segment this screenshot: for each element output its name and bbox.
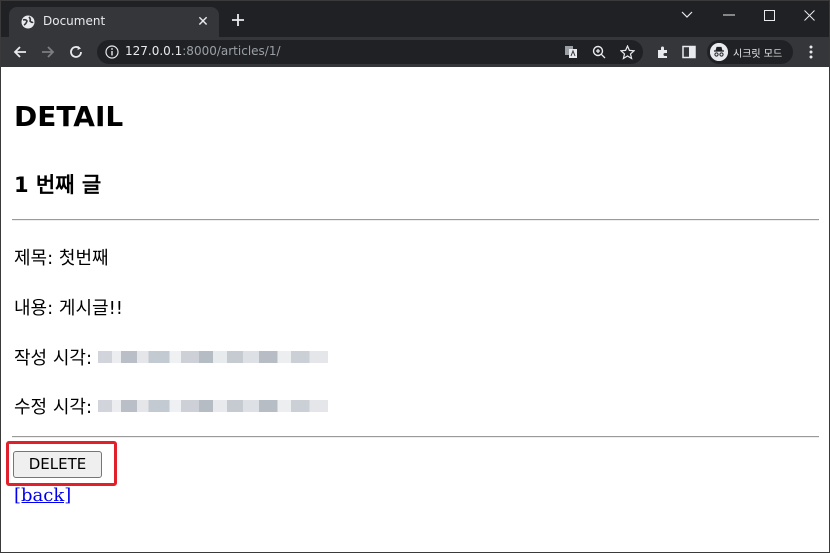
globe-icon — [21, 15, 35, 29]
forward-arrow-icon[interactable] — [37, 41, 59, 63]
close-tab-icon[interactable]: ✕ — [195, 14, 211, 30]
article-title-text: 제목: 첫번째 — [14, 248, 109, 269]
close-window-icon[interactable] — [789, 1, 829, 29]
tab-document[interactable]: Document ✕ — [9, 7, 219, 37]
browser-toolbar: 127.0.0.1:8000/articles/1/ 시크릿 모드 — [1, 37, 829, 67]
page-heading: DETAIL — [14, 100, 124, 133]
maximize-icon[interactable] — [749, 1, 789, 29]
created-at-label: 작성 시각: — [14, 348, 93, 369]
minimize-icon[interactable] — [709, 1, 749, 29]
bottom-divider — [12, 436, 819, 438]
browser-window: Document ✕ 127.0.0.1:8000/articles/1/ 시크… — [0, 0, 830, 553]
updated-at-label: 수정 시각: — [14, 397, 93, 418]
zoom-icon[interactable] — [591, 44, 607, 60]
article-title: 제목: 첫번째 — [14, 244, 109, 270]
article-content-text: 내용: 게시글!! — [14, 298, 124, 319]
incognito-icon — [710, 43, 728, 61]
delete-button[interactable]: DELETE — [13, 451, 102, 478]
incognito-indicator[interactable]: 시크릿 모드 — [707, 40, 793, 64]
extensions-puzzle-icon[interactable] — [655, 44, 671, 60]
new-tab-icon[interactable] — [229, 11, 247, 29]
bookmark-star-icon[interactable] — [619, 44, 635, 60]
created-at-redacted — [98, 351, 329, 363]
url-text: 127.0.0.1:8000/articles/1/ — [125, 44, 281, 58]
back-link[interactable]: [back] — [14, 485, 71, 506]
back-arrow-icon[interactable] — [9, 41, 31, 63]
page-content: DETAIL 1 번째 글 제목: 첫번째 내용: 게시글!! 작성 시각: 수… — [1, 67, 829, 552]
tab-strip: Document ✕ — [1, 1, 829, 37]
top-divider — [12, 219, 819, 221]
address-bar[interactable]: 127.0.0.1:8000/articles/1/ — [97, 40, 643, 64]
url-path: :8000/articles/1/ — [182, 44, 281, 58]
incognito-label: 시크릿 모드 — [733, 49, 783, 60]
updated-at: 수정 시각: — [14, 393, 329, 419]
updated-at-redacted — [98, 400, 329, 412]
site-info-icon[interactable] — [105, 45, 119, 59]
url-host: 127.0.0.1 — [125, 44, 183, 58]
created-at: 작성 시각: — [14, 344, 329, 370]
menu-kebab-icon[interactable] — [803, 44, 819, 60]
side-panel-icon[interactable] — [681, 44, 697, 60]
translate-icon[interactable] — [563, 44, 579, 60]
tab-search-icon[interactable] — [667, 1, 707, 29]
article-number-heading: 1 번째 글 — [14, 173, 102, 197]
reload-icon[interactable] — [65, 41, 87, 63]
tab-title: Document — [43, 14, 106, 28]
article-content: 내용: 게시글!! — [14, 294, 123, 320]
